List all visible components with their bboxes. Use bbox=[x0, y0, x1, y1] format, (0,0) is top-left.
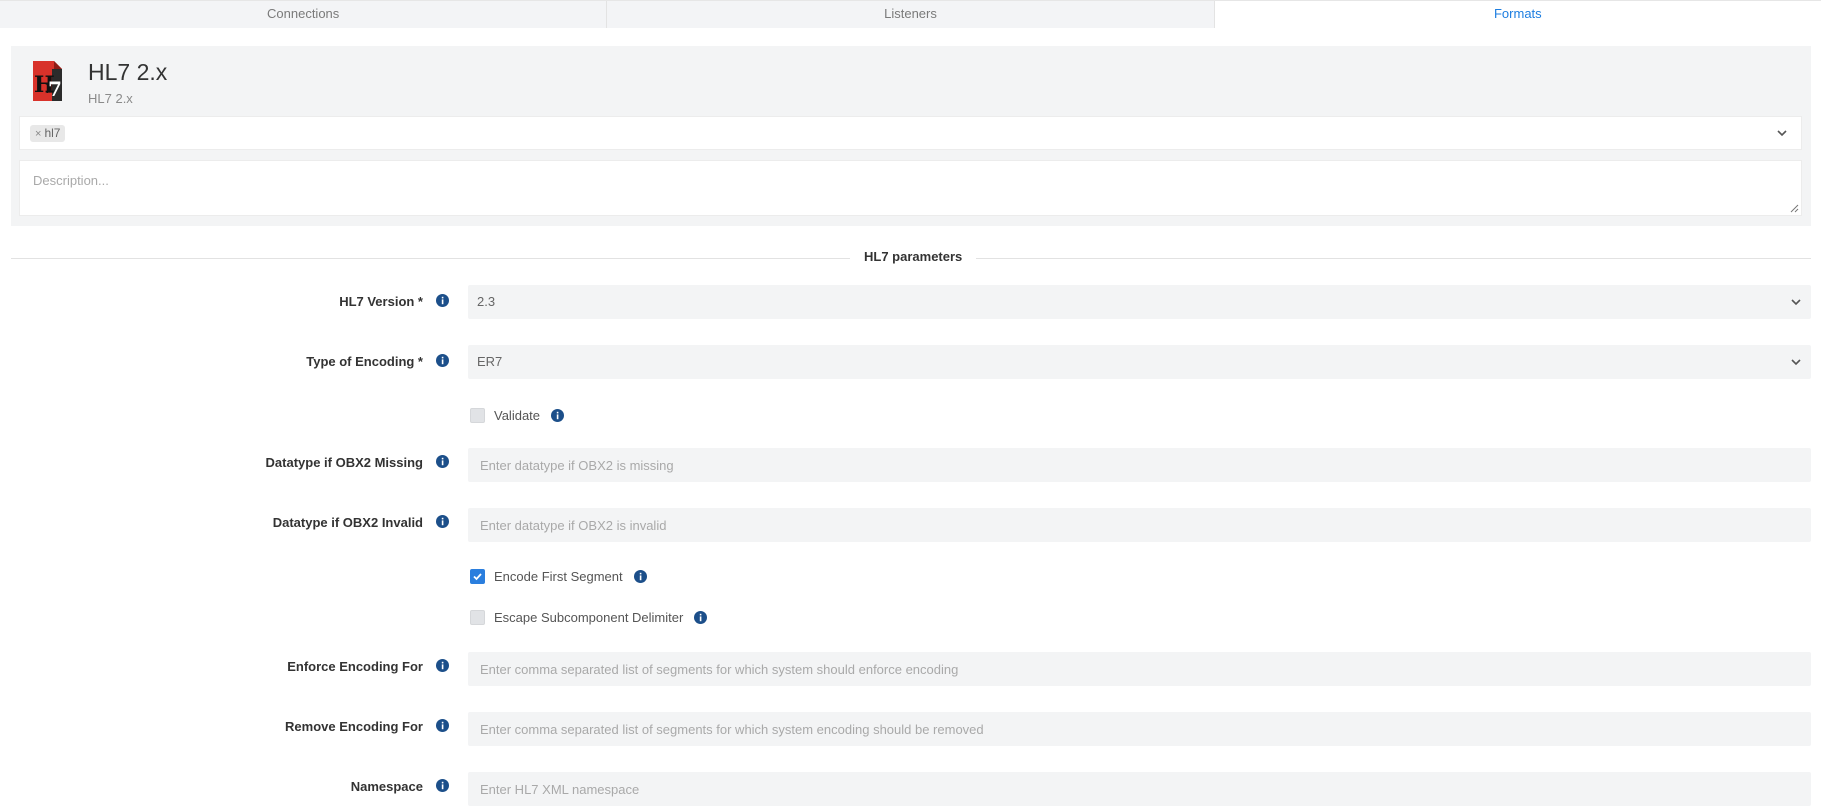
hl7-version-value: 2.3 bbox=[477, 294, 496, 309]
validate-label: Validate bbox=[494, 407, 541, 423]
namespace-label: Namespace bbox=[350, 779, 423, 794]
tags-input[interactable]: × hl7 bbox=[19, 116, 1802, 150]
info-icon[interactable] bbox=[436, 515, 449, 528]
info-icon[interactable] bbox=[436, 455, 449, 468]
enforce-encoding-placeholder: Enter comma separated list of segments f… bbox=[480, 662, 959, 677]
info-icon[interactable] bbox=[633, 569, 647, 583]
obx2-missing-placeholder: Enter datatype if OBX2 is missing bbox=[480, 458, 674, 473]
escape-subcomponent-checkbox[interactable] bbox=[470, 609, 485, 625]
encoding-label: Type of Encoding * bbox=[306, 354, 423, 369]
obx2-invalid-input[interactable]: Enter datatype if OBX2 is invalid bbox=[468, 508, 1811, 542]
description-placeholder: Description... bbox=[33, 173, 109, 188]
info-icon[interactable] bbox=[436, 354, 449, 367]
tab-listeners[interactable]: Listeners bbox=[607, 1, 1215, 28]
validate-row: Validate bbox=[470, 406, 565, 424]
checkmark-icon bbox=[473, 572, 482, 580]
chevron-down-icon bbox=[1791, 359, 1801, 366]
encode-first-segment-label: Encode First Segment bbox=[494, 568, 623, 584]
obx2-invalid-placeholder: Enter datatype if OBX2 is invalid bbox=[480, 518, 667, 533]
info-icon[interactable] bbox=[436, 719, 449, 732]
chevron-down-icon bbox=[1791, 299, 1801, 306]
encode-first-segment-row: Encode First Segment bbox=[470, 567, 647, 585]
info-icon[interactable] bbox=[551, 408, 565, 422]
obx2-missing-label: Datatype if OBX2 Missing bbox=[265, 455, 423, 470]
hl7-logo: H 7 L bbox=[33, 61, 62, 101]
encoding-value: ER7 bbox=[477, 354, 503, 369]
tag-label: hl7 bbox=[44, 126, 61, 140]
escape-subcomponent-label: Escape Subcomponent Delimiter bbox=[494, 609, 684, 625]
hl7-version-select[interactable]: 2.3 bbox=[468, 285, 1811, 319]
remove-encoding-placeholder: Enter comma separated list of segments f… bbox=[480, 722, 984, 737]
tab-formats[interactable]: Formats bbox=[1214, 1, 1821, 28]
svg-text:L: L bbox=[45, 82, 53, 96]
remove-encoding-input[interactable]: Enter comma separated list of segments f… bbox=[468, 712, 1811, 746]
obx2-missing-input[interactable]: Enter datatype if OBX2 is missing bbox=[468, 448, 1811, 482]
tab-bar: Connections Listeners Formats bbox=[0, 0, 1821, 28]
format-header-panel: H 7 L HL7 2.x HL7 2.x × hl7 Description..… bbox=[11, 46, 1811, 226]
escape-subcomponent-row: Escape Subcomponent Delimiter bbox=[470, 608, 708, 626]
format-title: HL7 2.x bbox=[88, 59, 168, 85]
namespace-placeholder: Enter HL7 XML namespace bbox=[480, 782, 640, 797]
namespace-input[interactable]: Enter HL7 XML namespace bbox=[468, 772, 1811, 806]
info-icon[interactable] bbox=[694, 610, 708, 624]
remove-encoding-label: Remove Encoding For bbox=[285, 719, 423, 734]
tag-chip[interactable]: × hl7 bbox=[30, 125, 66, 142]
enforce-encoding-label: Enforce Encoding For bbox=[287, 659, 423, 674]
remove-tag-icon[interactable]: × bbox=[35, 128, 41, 140]
validate-checkbox[interactable] bbox=[470, 407, 485, 423]
resize-grip-icon[interactable] bbox=[1790, 204, 1799, 213]
encoding-select[interactable]: ER7 bbox=[468, 345, 1811, 379]
tab-connections[interactable]: Connections bbox=[0, 1, 608, 28]
section-title: HL7 parameters bbox=[850, 249, 977, 264]
format-subtitle: HL7 2.x bbox=[88, 91, 133, 106]
chevron-down-icon[interactable] bbox=[1775, 126, 1789, 140]
info-icon[interactable] bbox=[436, 779, 449, 792]
obx2-invalid-label: Datatype if OBX2 Invalid bbox=[272, 515, 423, 530]
info-icon[interactable] bbox=[436, 294, 449, 307]
encode-first-segment-checkbox[interactable] bbox=[470, 568, 485, 584]
description-textarea[interactable]: Description... bbox=[19, 160, 1802, 216]
info-icon[interactable] bbox=[436, 659, 449, 672]
hl7-version-label: HL7 Version * bbox=[339, 294, 423, 309]
enforce-encoding-input[interactable]: Enter comma separated list of segments f… bbox=[468, 652, 1811, 686]
